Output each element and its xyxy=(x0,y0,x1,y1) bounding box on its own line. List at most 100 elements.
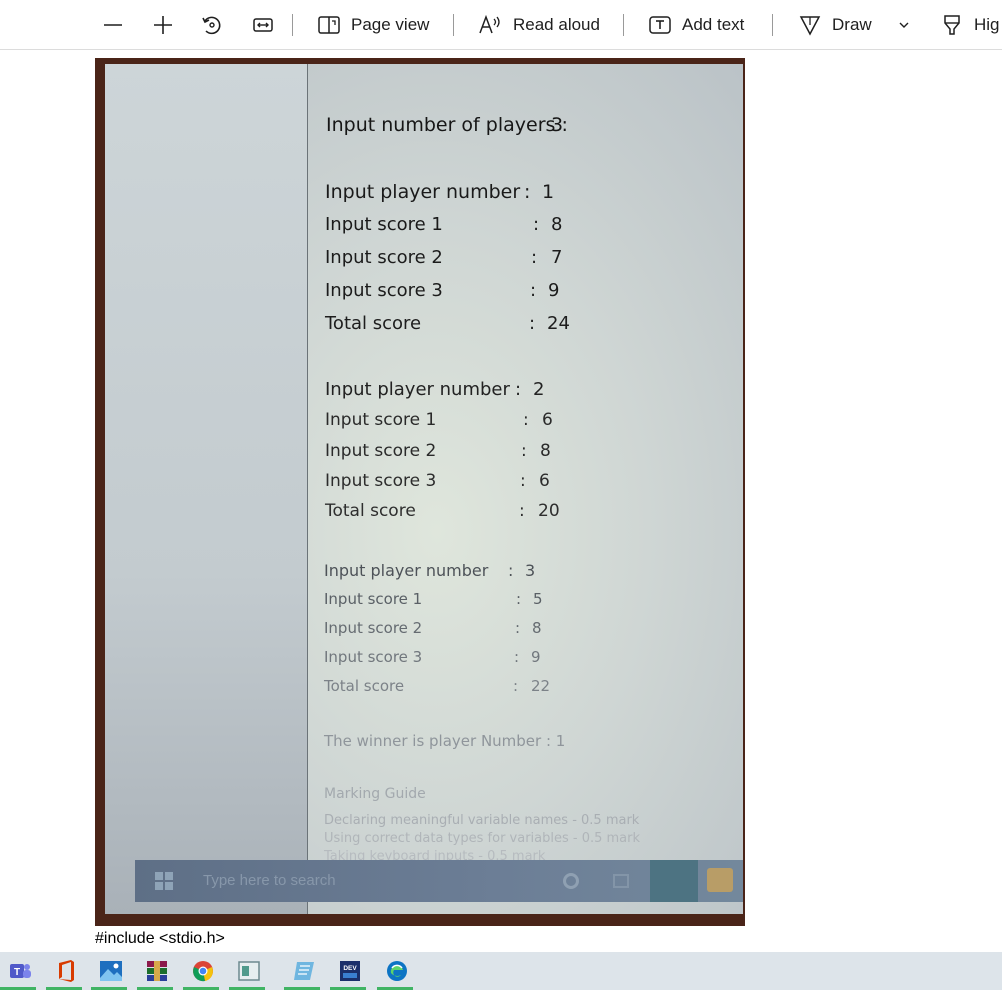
winrar-icon[interactable] xyxy=(137,952,177,990)
chrome-icon[interactable] xyxy=(183,952,223,990)
marking-guide-line: Declaring meaningful variable names - 0.… xyxy=(324,813,640,828)
code-line: #include <stdio.h> xyxy=(95,930,225,947)
output-colon: : xyxy=(520,471,526,491)
output-label: Input score 3 xyxy=(324,648,423,666)
output-label: Input score 1 xyxy=(325,214,443,235)
read-aloud-icon xyxy=(479,14,500,34)
windows-logo-icon xyxy=(155,872,173,890)
output-colon: : xyxy=(533,214,540,235)
plus-icon xyxy=(154,16,172,34)
output-label: Total score xyxy=(325,501,416,521)
dev-cpp-icon[interactable]: DEV xyxy=(330,952,370,990)
highlight-button[interactable]: Hig xyxy=(940,0,1000,50)
output-value: 9 xyxy=(531,648,541,666)
photographed-taskbar-app xyxy=(650,860,698,902)
draw-button[interactable]: Draw xyxy=(798,0,872,50)
players-prompt: Input number of players : xyxy=(326,114,568,136)
toolbar-divider xyxy=(453,14,454,36)
draw-label: Draw xyxy=(832,15,872,34)
output-value: 6 xyxy=(539,471,550,491)
minus-icon xyxy=(104,24,122,26)
marking-guide-line: Using correct data types for variables -… xyxy=(324,831,641,846)
photos-icon[interactable] xyxy=(91,952,131,990)
toolbar-divider xyxy=(772,14,773,36)
svg-text:DEV: DEV xyxy=(343,965,357,972)
add-text-label: Add text xyxy=(682,15,745,34)
add-text-icon xyxy=(649,16,671,34)
output-value: 8 xyxy=(532,619,542,637)
edge-icon[interactable] xyxy=(377,952,417,990)
output-label: Input score 2 xyxy=(325,247,443,268)
output-label: Total score xyxy=(325,313,422,334)
zoom-in-button[interactable] xyxy=(152,0,174,50)
draw-pen-icon xyxy=(799,16,821,36)
output-colon: : xyxy=(530,280,537,301)
output-label: Input player number xyxy=(325,379,510,400)
output-label: Total score xyxy=(324,677,405,695)
output-colon: : xyxy=(515,379,522,400)
output-colon: : xyxy=(508,561,514,580)
output-value: 6 xyxy=(542,410,553,430)
output-label: Input score 1 xyxy=(325,410,437,430)
output-value: 7 xyxy=(551,247,563,268)
photographed-search-text: Type here to search xyxy=(203,872,336,889)
output-value: 2 xyxy=(533,379,545,400)
svg-text:T: T xyxy=(14,967,20,978)
output-colon: : xyxy=(531,247,538,268)
task-view-icon xyxy=(613,874,629,888)
highlight-label: Hig xyxy=(974,15,1000,34)
output-colon: : xyxy=(514,648,520,666)
output-colon: : xyxy=(523,410,529,430)
fit-width-icon xyxy=(253,18,273,32)
output-value: 22 xyxy=(531,677,551,695)
chevron-down-icon xyxy=(899,22,909,28)
output-label: Input player number xyxy=(324,561,489,580)
teams-icon[interactable]: T xyxy=(0,952,40,990)
pdf-toolbar: Page view Read aloud Add text Draw Hig xyxy=(0,0,1002,50)
cortana-icon xyxy=(563,873,579,889)
output-colon: : xyxy=(524,181,531,203)
output-value: 8 xyxy=(551,214,563,235)
winner-line: The winner is player Number : 1 xyxy=(324,732,566,750)
add-text-button[interactable]: Add text xyxy=(648,0,744,50)
photographed-screen: Input number of players :3 Input player n… xyxy=(105,64,743,914)
notepad-icon[interactable] xyxy=(284,952,324,990)
output-label: Input player number xyxy=(325,181,521,203)
output-label: Input score 3 xyxy=(325,471,437,491)
fit-width-button[interactable] xyxy=(252,0,274,50)
output-value: 3 xyxy=(525,561,536,580)
photographed-taskbar: Type here to search xyxy=(135,860,743,902)
output-value: 5 xyxy=(533,590,543,608)
output-label: Input score 2 xyxy=(325,441,437,461)
output-label: Input score 1 xyxy=(324,590,423,608)
toolbar-divider xyxy=(623,14,624,36)
store-icon xyxy=(707,868,733,892)
windows-taskbar: T DEV xyxy=(0,952,1002,990)
toolbar-divider xyxy=(292,14,293,36)
output-value: 24 xyxy=(547,313,570,334)
highlighter-icon xyxy=(944,15,960,35)
page-view-label: Page view xyxy=(351,15,430,34)
output-label: Input score 3 xyxy=(325,280,443,301)
output-colon: : xyxy=(516,590,522,608)
page-view-button[interactable]: Page view xyxy=(317,0,429,50)
zoom-out-button[interactable] xyxy=(102,0,124,50)
photographed-screen-left-pane xyxy=(105,64,308,914)
output-value: 8 xyxy=(540,441,551,461)
players-value: 3 xyxy=(551,114,564,136)
rotate-icon xyxy=(202,16,221,35)
output-value: 20 xyxy=(538,501,560,521)
draw-options-dropdown[interactable] xyxy=(897,0,911,50)
read-aloud-label: Read aloud xyxy=(513,15,600,34)
output-colon: : xyxy=(519,501,525,521)
read-aloud-button[interactable]: Read aloud xyxy=(477,0,600,50)
rotate-button[interactable] xyxy=(200,0,224,50)
output-colon: : xyxy=(529,313,536,334)
output-value: 1 xyxy=(542,181,555,203)
embedded-photo: Input number of players :3 Input player n… xyxy=(95,58,745,926)
app-window-icon[interactable] xyxy=(229,952,269,990)
output-colon: : xyxy=(521,441,527,461)
office-icon[interactable] xyxy=(46,952,86,990)
output-colon: : xyxy=(513,677,519,695)
marking-guide-title: Marking Guide xyxy=(324,786,426,802)
